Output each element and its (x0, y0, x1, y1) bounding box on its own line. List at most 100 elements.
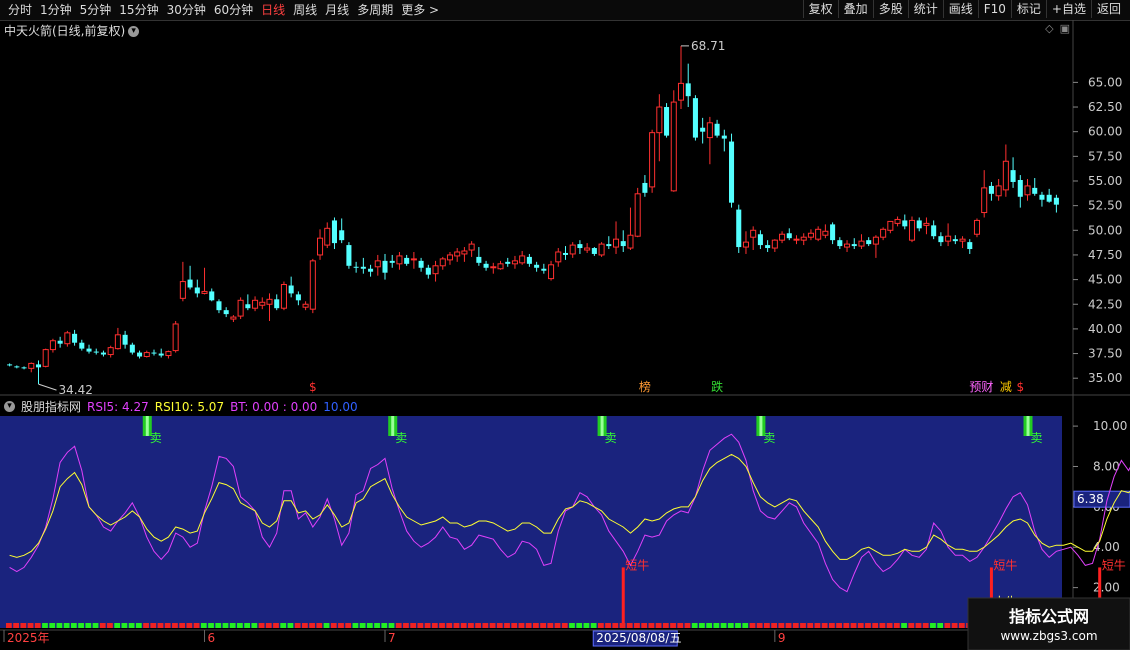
trend-strip-cell (886, 623, 893, 628)
rsi5-label: RSI5: 4.27 (87, 399, 149, 414)
trend-strip-cell (489, 623, 496, 628)
trend-strip-cell (200, 623, 207, 628)
trend-strip-cell (229, 623, 236, 628)
xtick-label: 7 (388, 631, 396, 645)
trend-strip-cell (42, 623, 48, 628)
candle-body-down (685, 83, 691, 97)
candle-body-up (114, 334, 121, 350)
short-bull-label: 短牛 (993, 557, 1017, 572)
candle-body-down (967, 242, 973, 250)
trend-strip-cell (107, 623, 113, 628)
candle-body-up (649, 132, 656, 188)
candle-body-down (21, 367, 27, 369)
event-marker-2: 跌 (711, 379, 723, 394)
trend-strip-cell (590, 623, 597, 628)
candle-body-up (858, 240, 865, 247)
candle-body-up (677, 82, 685, 101)
candle-body-down (721, 135, 727, 139)
candle-body-up (468, 243, 475, 251)
candle-body-down (346, 245, 352, 266)
trend-strip-cell (482, 623, 489, 628)
trend-strip-cell (135, 623, 142, 628)
sell-signal-label: 卖 (150, 431, 162, 445)
trend-strip-cell (258, 623, 265, 628)
candle-body-down (93, 351, 99, 353)
candle-body-down (72, 333, 78, 343)
candle-body-up (887, 220, 894, 231)
candle-body-down (331, 220, 337, 244)
window-icon[interactable]: ▣ (1060, 22, 1070, 35)
trend-strip-cell (930, 623, 936, 628)
candle-body-up (815, 228, 822, 240)
candle-body-up (584, 247, 591, 251)
trend-strip-cell (843, 623, 850, 628)
trend-strip-cell (605, 623, 611, 628)
candle-body-up (807, 232, 814, 238)
low-price-label: 34.42 (58, 383, 92, 397)
xtick-label: 2025年 (7, 631, 50, 645)
candle-body-up (302, 303, 309, 308)
candle-body-up (634, 193, 641, 237)
candle-body-down (786, 233, 792, 239)
candle-body-down (736, 209, 742, 248)
trend-strip-cell (251, 623, 258, 628)
trend-strip-cell (374, 623, 380, 628)
candle-body-up (981, 187, 988, 214)
sell-signal-highlight (145, 416, 149, 436)
trend-strip-cell (540, 623, 546, 628)
sell-signal-highlight (600, 416, 604, 436)
trend-strip-cell (597, 623, 604, 628)
trend-strip-cell (453, 623, 460, 628)
trend-strip-cell (735, 623, 741, 628)
candle-body-up (844, 243, 851, 248)
candle-body-up (28, 362, 35, 369)
indicator-name[interactable]: 股朋指标网 (21, 398, 81, 415)
candle-body-down (223, 310, 229, 315)
candle-body-up (230, 316, 237, 320)
candle-body-up (252, 299, 259, 309)
candle-body-down (866, 240, 872, 245)
candle-body-down (902, 220, 908, 227)
candle-body-up (374, 260, 381, 268)
chart-canvas[interactable]: 65.00 62.50 60.00 57.50 55.00 52.50 50.00 47.50… (0, 0, 1130, 650)
candle-body-up (266, 298, 273, 305)
candle-body-down (418, 260, 424, 268)
trend-strip-cell (641, 623, 648, 628)
trend-strip-cell (150, 623, 157, 628)
candle-body-down (620, 241, 626, 247)
candle-body-up (800, 236, 807, 241)
trend-strip-cell (504, 623, 510, 628)
chevron-down-icon[interactable]: ▾ (4, 401, 15, 412)
trend-strip-cell (20, 623, 27, 628)
trend-strip-cell (518, 623, 525, 628)
candle-body-up (317, 237, 324, 256)
candle-body-down (577, 244, 583, 249)
main-ytick-label: 42.50 (1088, 297, 1122, 311)
candle-body-down (404, 257, 410, 264)
trend-strip-cell (186, 623, 193, 628)
candle-body-up (598, 243, 605, 256)
candle-body-down (1046, 194, 1052, 202)
chevron-down-icon[interactable]: ▾ (128, 26, 140, 37)
event-marker-4: 预财 (969, 380, 993, 394)
indicator-ytick-label: 10.00 (1093, 419, 1127, 433)
candle-body-up (172, 323, 179, 352)
trend-strip-cell (814, 623, 821, 628)
main-ytick-label: 35.00 (1088, 371, 1122, 385)
trend-strip-cell (215, 623, 222, 628)
trend-strip-cell (417, 623, 424, 628)
indicator-title-bar: ▾ 股朋指标网 RSI5: 4.27 RSI10: 5.07 BT: 0.00 … (4, 398, 358, 415)
diamond-icon[interactable]: ◇ (1045, 22, 1053, 35)
candle-body-up (396, 255, 403, 265)
trend-strip-cell (648, 623, 655, 628)
candle-body-up (771, 239, 778, 249)
trend-strip-cell (431, 623, 438, 628)
stock-title: 中天火箭(日线,前复权) (4, 24, 126, 38)
main-ytick-label: 52.50 (1088, 199, 1122, 213)
trend-strip-cell (193, 623, 200, 628)
candle-body-up (779, 233, 786, 241)
candle-body-down (216, 301, 222, 311)
candle-body-down (837, 240, 843, 247)
trend-strip-cell (143, 623, 149, 628)
candle-body-down (382, 260, 388, 273)
